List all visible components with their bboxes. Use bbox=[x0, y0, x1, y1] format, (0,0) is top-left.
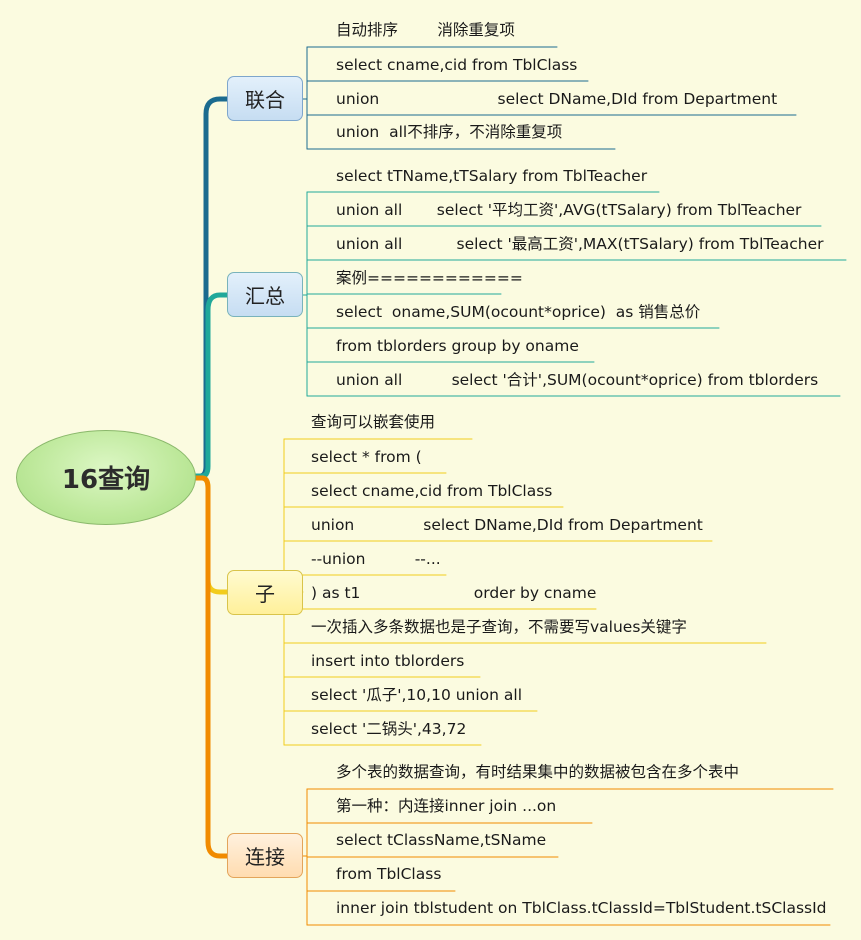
topic-union-label: 联合 bbox=[245, 88, 285, 112]
union-note: 自动排序 消除重复项 bbox=[336, 21, 515, 39]
topic-join[interactable]: 连接 bbox=[227, 833, 303, 878]
subquery-item-9: select '二锅头',43,72 bbox=[311, 720, 467, 738]
subquery-item-6: 一次插入多条数据也是子查询，不需要写values关键字 bbox=[311, 618, 687, 636]
union-item-2: union select DName,DId from Department bbox=[336, 90, 778, 108]
subquery-item-4: --union --... bbox=[311, 550, 441, 568]
subquery-item-8: select '瓜子',10,10 union all bbox=[311, 686, 523, 704]
aggregate-item-1: union all select '平均工资',AVG(tTSalary) fr… bbox=[336, 201, 802, 219]
join-item-1: 第一种：内连接inner join ...on bbox=[336, 797, 557, 815]
aggregate-item-6: union all select '合计',SUM(ocount*oprice)… bbox=[336, 371, 819, 389]
trunk-join bbox=[191, 475, 230, 859]
aggregate-item-2: union all select '最高工资',MAX(tTSalary) fr… bbox=[336, 235, 824, 253]
root-topic[interactable]: 16查询 bbox=[16, 430, 196, 525]
subquery-item-1: select * from ( bbox=[311, 448, 422, 466]
topic-join-label: 连接 bbox=[245, 845, 285, 869]
aggregate-item-5: from tblorders group by oname bbox=[336, 337, 579, 355]
topic-aggregate[interactable]: 汇总 bbox=[227, 272, 303, 317]
union-item-3: union all不排序，不消除重复项 bbox=[336, 123, 563, 141]
union-item-1: select cname,cid from TblClass bbox=[336, 56, 578, 74]
join-item-2: select tClassName,tSName bbox=[336, 831, 547, 849]
aggregate-item-3: 案例============ bbox=[336, 269, 523, 287]
topic-subquery-label: 子 bbox=[255, 582, 275, 606]
trunk-aggregate bbox=[191, 292, 230, 479]
subquery-item-3: union select DName,DId from Department bbox=[311, 516, 703, 534]
join-note: 多个表的数据查询，有时结果集中的数据被包含在多个表中 bbox=[336, 763, 740, 781]
subquery-note: 查询可以嵌套使用 bbox=[311, 413, 436, 431]
topic-union[interactable]: 联合 bbox=[227, 76, 303, 121]
subquery-item-5: ) as t1 order by cname bbox=[311, 584, 597, 602]
topic-aggregate-label: 汇总 bbox=[245, 284, 285, 308]
join-item-3: from TblClass bbox=[336, 865, 442, 883]
subquery-item-2: select cname,cid from TblClass bbox=[311, 482, 553, 500]
aggregate-item-4: select oname,SUM(ocount*oprice) as 销售总价 bbox=[336, 303, 701, 321]
join-item-4: inner join tblstudent on TblClass.tClass… bbox=[336, 899, 827, 917]
subquery-item-7: insert into tblorders bbox=[311, 652, 465, 670]
aggregate-item-0: select tTName,tTSalary from TblTeacher bbox=[336, 167, 648, 185]
root-topic-label: 16查询 bbox=[61, 465, 151, 495]
topic-subquery[interactable]: 子 bbox=[227, 570, 303, 615]
